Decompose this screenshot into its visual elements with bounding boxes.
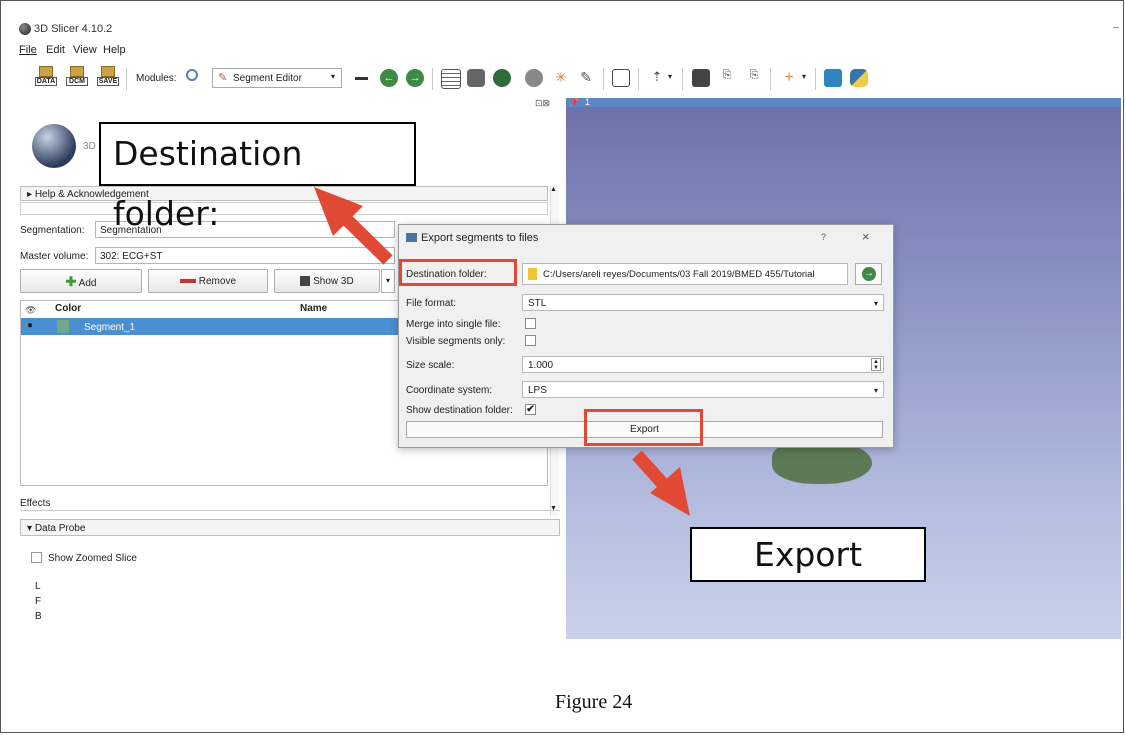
export-callout: Export: [690, 527, 926, 582]
arrow-to-export-callout: [632, 450, 690, 516]
annotation-arrows: [314, 187, 690, 516]
arrow-to-destination-callout: [314, 187, 393, 265]
figure-caption: Figure 24: [555, 691, 633, 713]
destination-folder-callout: Destination folder:: [99, 122, 416, 233]
